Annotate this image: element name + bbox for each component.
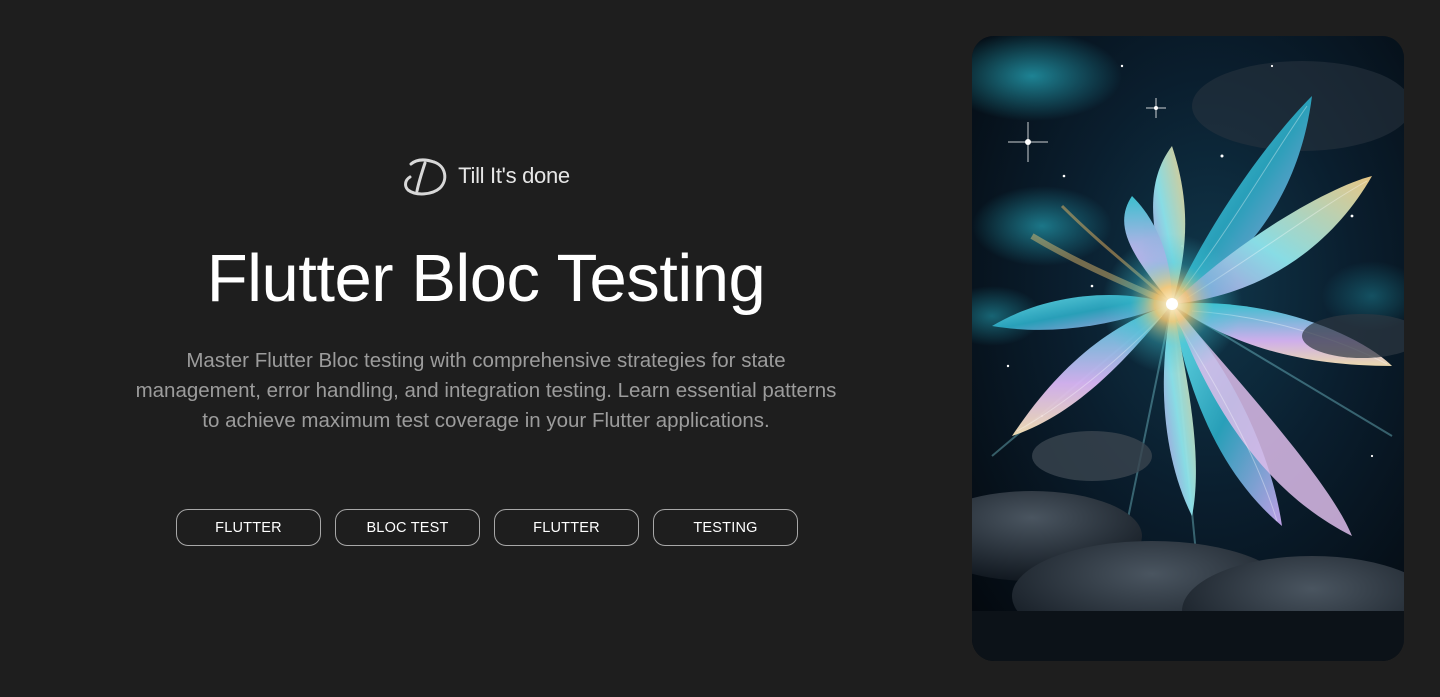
brand[interactable]: Till It's done (0, 154, 972, 198)
brand-name: Till It's done (458, 163, 570, 188)
tag-testing[interactable]: TESTING (653, 509, 798, 546)
hero-content: Till It's done Flutter Bloc Testing Mast… (0, 0, 972, 697)
page-description: Master Flutter Bloc testing with compreh… (135, 349, 837, 432)
cosmic-flower-illustration (972, 36, 1404, 661)
tag-flutter[interactable]: FLUTTER (176, 509, 321, 546)
td-monogram-icon (404, 158, 447, 196)
hero-image (972, 36, 1404, 661)
tag-list: FLUTTER BLOC TEST FLUTTER TESTING (176, 509, 798, 546)
tag-flutter-2[interactable]: FLUTTER (494, 509, 639, 546)
tag-bloc-test[interactable]: BLOC TEST (335, 509, 480, 546)
page: Till It's done Flutter Bloc Testing Mast… (0, 0, 1440, 697)
page-title: Flutter Bloc Testing (206, 241, 766, 316)
